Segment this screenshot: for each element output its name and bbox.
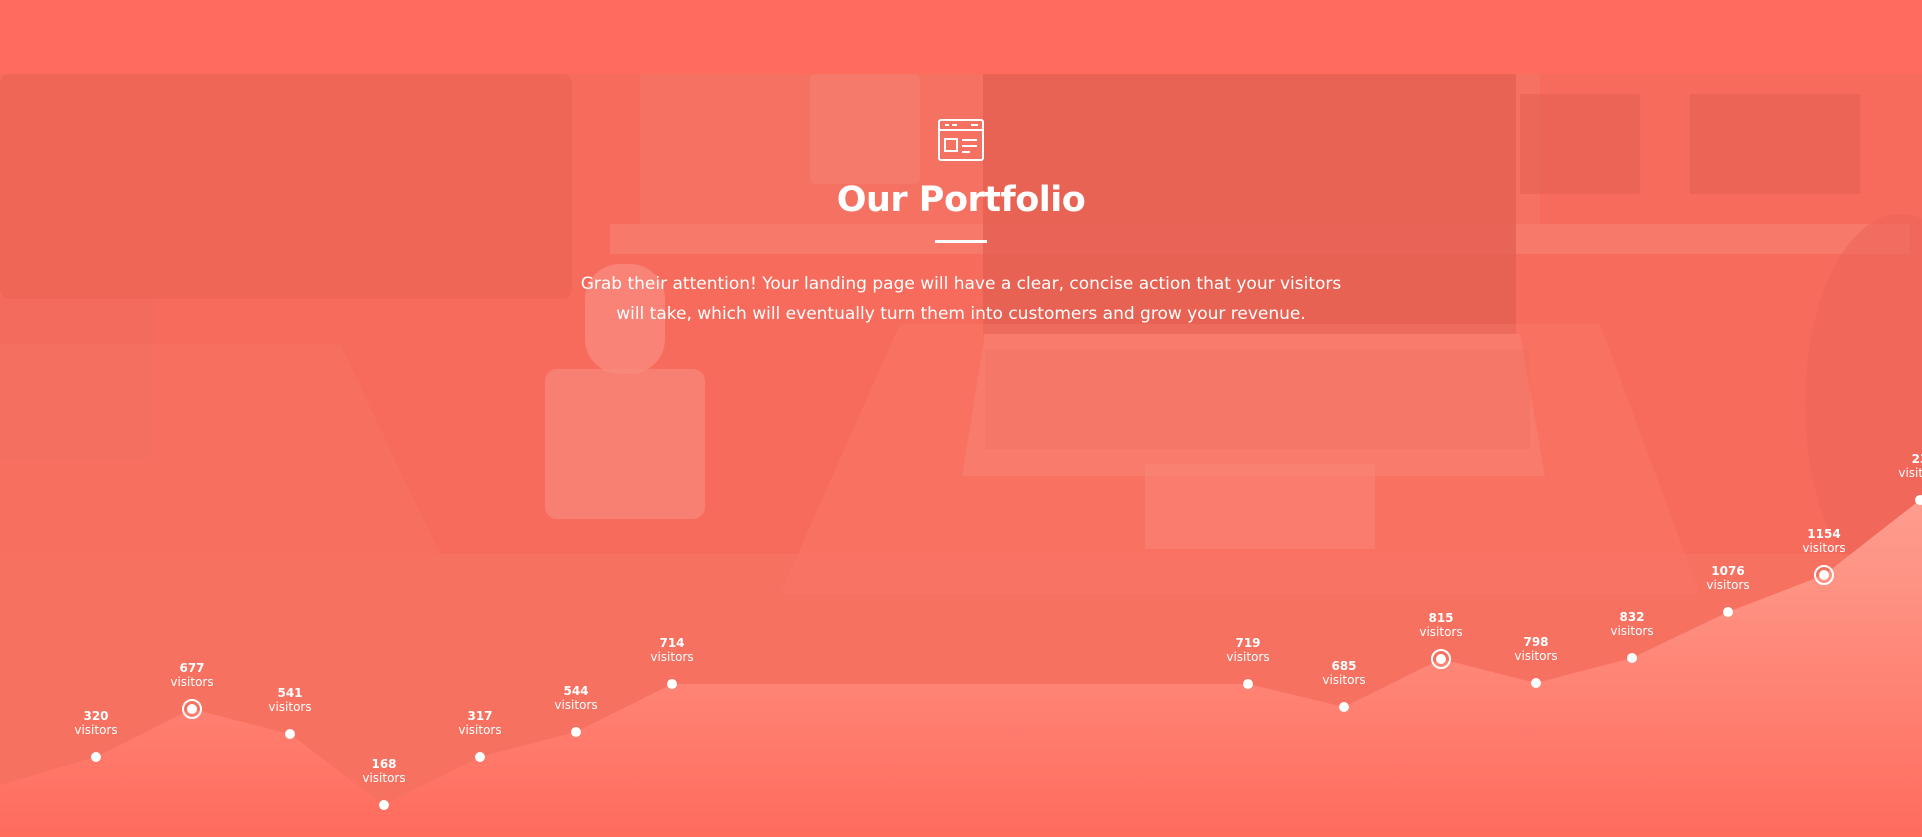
point-value-label: 320: [83, 709, 108, 723]
portfolio-page: Our Portfolio Grab their attention! Your…: [0, 0, 1922, 837]
point-marker: [571, 727, 581, 737]
point-value-label: 1154: [1807, 527, 1840, 541]
point-marker: [1819, 570, 1829, 580]
point-marker: [187, 704, 197, 714]
point-value-label: 544: [563, 684, 588, 698]
chart-area-fill: [0, 500, 1922, 837]
data-point-714[interactable]: 714visitors: [650, 636, 694, 689]
point-unit-label: visitors: [1610, 624, 1653, 638]
point-value-label: 714: [659, 636, 684, 650]
point-unit-label: visitors: [74, 723, 117, 737]
point-unit-label: visitors: [1802, 541, 1845, 555]
point-value-label: 23: [1912, 452, 1922, 466]
point-value-label: 685: [1331, 659, 1356, 673]
point-value-label: 719: [1235, 636, 1260, 650]
data-point-23[interactable]: 23visitors: [1898, 452, 1922, 505]
point-unit-label: visitors: [170, 675, 213, 689]
point-value-label: 832: [1619, 610, 1644, 624]
point-value-label: 798: [1523, 635, 1548, 649]
point-value-label: 317: [467, 709, 492, 723]
point-marker: [379, 800, 389, 810]
point-unit-label: visitors: [1706, 578, 1749, 592]
point-marker: [1243, 679, 1253, 689]
point-marker: [1627, 653, 1637, 663]
point-value-label: 815: [1428, 611, 1453, 625]
point-value-label: 168: [371, 757, 396, 771]
point-marker: [1531, 678, 1541, 688]
data-point-719[interactable]: 719visitors: [1226, 636, 1270, 689]
point-marker: [667, 679, 677, 689]
point-unit-label: visitors: [1898, 466, 1922, 480]
data-point-815[interactable]: 815visitors: [1419, 611, 1463, 669]
point-value-label: 541: [277, 686, 302, 700]
point-unit-label: visitors: [1322, 673, 1365, 687]
point-unit-label: visitors: [458, 723, 501, 737]
point-unit-label: visitors: [650, 650, 693, 664]
visitors-area-chart: 320visitors677visitors541visitors168visi…: [0, 452, 1922, 837]
data-point-677[interactable]: 677visitors: [170, 661, 214, 719]
point-unit-label: visitors: [268, 700, 311, 714]
point-marker: [475, 752, 485, 762]
point-value-label: 677: [179, 661, 204, 675]
point-unit-label: visitors: [1514, 649, 1557, 663]
point-unit-label: visitors: [554, 698, 597, 712]
point-marker: [1339, 702, 1349, 712]
point-unit-label: visitors: [1419, 625, 1462, 639]
point-unit-label: visitors: [1226, 650, 1269, 664]
point-marker: [1723, 607, 1733, 617]
point-marker: [285, 729, 295, 739]
point-value-label: 1076: [1711, 564, 1744, 578]
point-marker: [91, 752, 101, 762]
point-marker: [1436, 654, 1446, 664]
point-unit-label: visitors: [362, 771, 405, 785]
